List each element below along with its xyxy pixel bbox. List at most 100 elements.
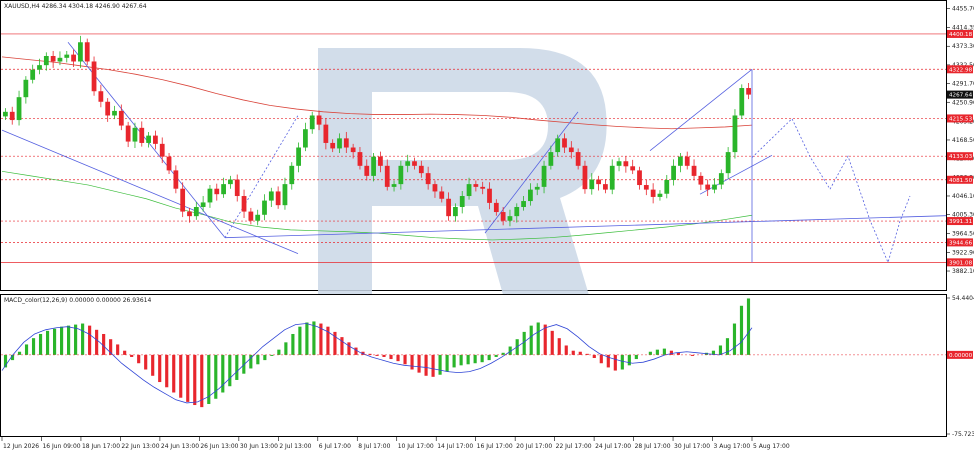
candle-body bbox=[507, 216, 513, 221]
time-tick-label: 5 Aug 17:00 bbox=[753, 443, 790, 450]
candle-body bbox=[480, 186, 486, 189]
candle-body bbox=[514, 207, 520, 217]
price-tag-label: 4133.03 bbox=[949, 154, 973, 160]
candle-body bbox=[698, 175, 704, 185]
candle-body bbox=[166, 156, 172, 171]
time-tick-label: 30 Jun 13:00 bbox=[240, 443, 278, 450]
candle-body bbox=[125, 125, 131, 142]
price-tag-label: 3901.08 bbox=[949, 260, 973, 266]
candle-body bbox=[64, 54, 70, 58]
candle-body bbox=[446, 198, 451, 217]
candle-body bbox=[487, 188, 492, 203]
candle-body bbox=[439, 191, 445, 199]
candle-body bbox=[275, 191, 281, 206]
candle-body bbox=[664, 180, 670, 194]
time-tick-label: 3 Aug 17:00 bbox=[714, 443, 751, 450]
price-tag-label: 4081.50 bbox=[949, 178, 973, 184]
time-tick-label: 16 Jun 09:00 bbox=[42, 443, 80, 450]
candle-body bbox=[371, 156, 376, 176]
time-tick-label: 22 Jun 13:00 bbox=[121, 443, 159, 450]
price-tick-label: 4168.50 bbox=[952, 137, 974, 144]
candle-body bbox=[412, 161, 417, 166]
candle-body bbox=[739, 88, 745, 116]
candle-body bbox=[603, 184, 608, 190]
candle-body bbox=[241, 196, 247, 212]
candle-body bbox=[139, 127, 145, 143]
candle-body bbox=[9, 111, 15, 121]
price-tick-label: 3964.50 bbox=[952, 230, 974, 237]
candle-body bbox=[30, 69, 36, 80]
candle-body bbox=[105, 101, 111, 116]
candle-body bbox=[405, 161, 411, 166]
time-tick-label: 6 Jul 17:00 bbox=[319, 443, 351, 450]
candle-body bbox=[623, 161, 629, 167]
candle-body bbox=[541, 165, 547, 187]
macd-tick-label: 0.00000 bbox=[949, 353, 973, 359]
candle-body bbox=[473, 184, 479, 187]
price-axis: 4455.704414.354373.304332.504291.704250.… bbox=[946, 6, 974, 275]
candle-body bbox=[159, 143, 165, 157]
time-tick-label: 18 Jun 17:00 bbox=[82, 443, 120, 450]
candle-body bbox=[330, 142, 336, 149]
price-tick-label: 3922.90 bbox=[952, 249, 974, 256]
candle-body bbox=[16, 97, 22, 121]
price-tag-label: 4267.64 bbox=[949, 93, 973, 99]
macd-axis: 54.4404 0.00000 -75.72355 bbox=[946, 295, 974, 438]
candle-body bbox=[453, 207, 458, 217]
candle-body bbox=[657, 193, 663, 197]
candle-body bbox=[650, 189, 656, 197]
candle-body bbox=[384, 165, 390, 187]
price-tick-label: 4046.10 bbox=[952, 193, 974, 200]
candle-body bbox=[343, 138, 349, 148]
candle-body bbox=[207, 188, 213, 203]
price-tag-label: 3991.31 bbox=[949, 219, 973, 225]
candle-body bbox=[71, 54, 76, 62]
candle-body bbox=[398, 165, 404, 185]
candle-body bbox=[180, 188, 186, 212]
candle-body bbox=[309, 115, 315, 130]
candle-body bbox=[459, 196, 465, 208]
candle-body bbox=[609, 165, 615, 190]
time-tick-label: 10 Jul 17:00 bbox=[398, 443, 434, 450]
candle-body bbox=[500, 212, 506, 221]
candle-body bbox=[37, 65, 42, 70]
price-tick-label: 3882.10 bbox=[952, 268, 974, 275]
candle-body bbox=[234, 179, 240, 197]
candle-body bbox=[589, 179, 595, 190]
candle-body bbox=[214, 188, 220, 195]
candle-body bbox=[316, 115, 322, 125]
candle-body bbox=[630, 166, 636, 171]
candle-body bbox=[350, 147, 356, 153]
candle-body bbox=[57, 57, 63, 62]
candle-body bbox=[705, 184, 711, 190]
candle-body bbox=[268, 191, 274, 201]
candle-body bbox=[193, 207, 199, 217]
candle-body bbox=[548, 152, 554, 166]
time-tick-label: 28 Jul 17:00 bbox=[635, 443, 671, 450]
candle-body bbox=[691, 165, 697, 176]
price-tick-label: 4455.70 bbox=[952, 6, 974, 13]
candle-body bbox=[248, 211, 254, 221]
candle-body bbox=[596, 179, 601, 185]
candle-body bbox=[112, 110, 117, 116]
price-tag-label: 4215.53 bbox=[949, 116, 973, 122]
candle-body bbox=[282, 184, 288, 206]
time-tick-label: 24 Jun 13:00 bbox=[161, 443, 199, 450]
candle-body bbox=[323, 124, 329, 143]
candle-body bbox=[684, 156, 690, 166]
candle-body bbox=[173, 170, 179, 189]
candle-body bbox=[262, 200, 267, 215]
candle-body bbox=[678, 156, 683, 166]
time-tick-label: 26 Jun 13:00 bbox=[200, 443, 238, 450]
macd-tick-label: 54.4404 bbox=[952, 295, 974, 302]
candle-body bbox=[78, 42, 83, 62]
candle-body bbox=[725, 152, 731, 174]
candle-body bbox=[582, 165, 588, 190]
candle-body bbox=[43, 55, 49, 66]
macd-title: MACD_color(12,26,9) 0.00000 0.00000 26.9… bbox=[4, 297, 151, 304]
candle-body bbox=[3, 111, 8, 117]
price-tag-label: 4322.98 bbox=[949, 67, 973, 73]
candle-body bbox=[562, 138, 567, 148]
candle-body bbox=[289, 165, 295, 185]
candle-body bbox=[118, 110, 124, 126]
